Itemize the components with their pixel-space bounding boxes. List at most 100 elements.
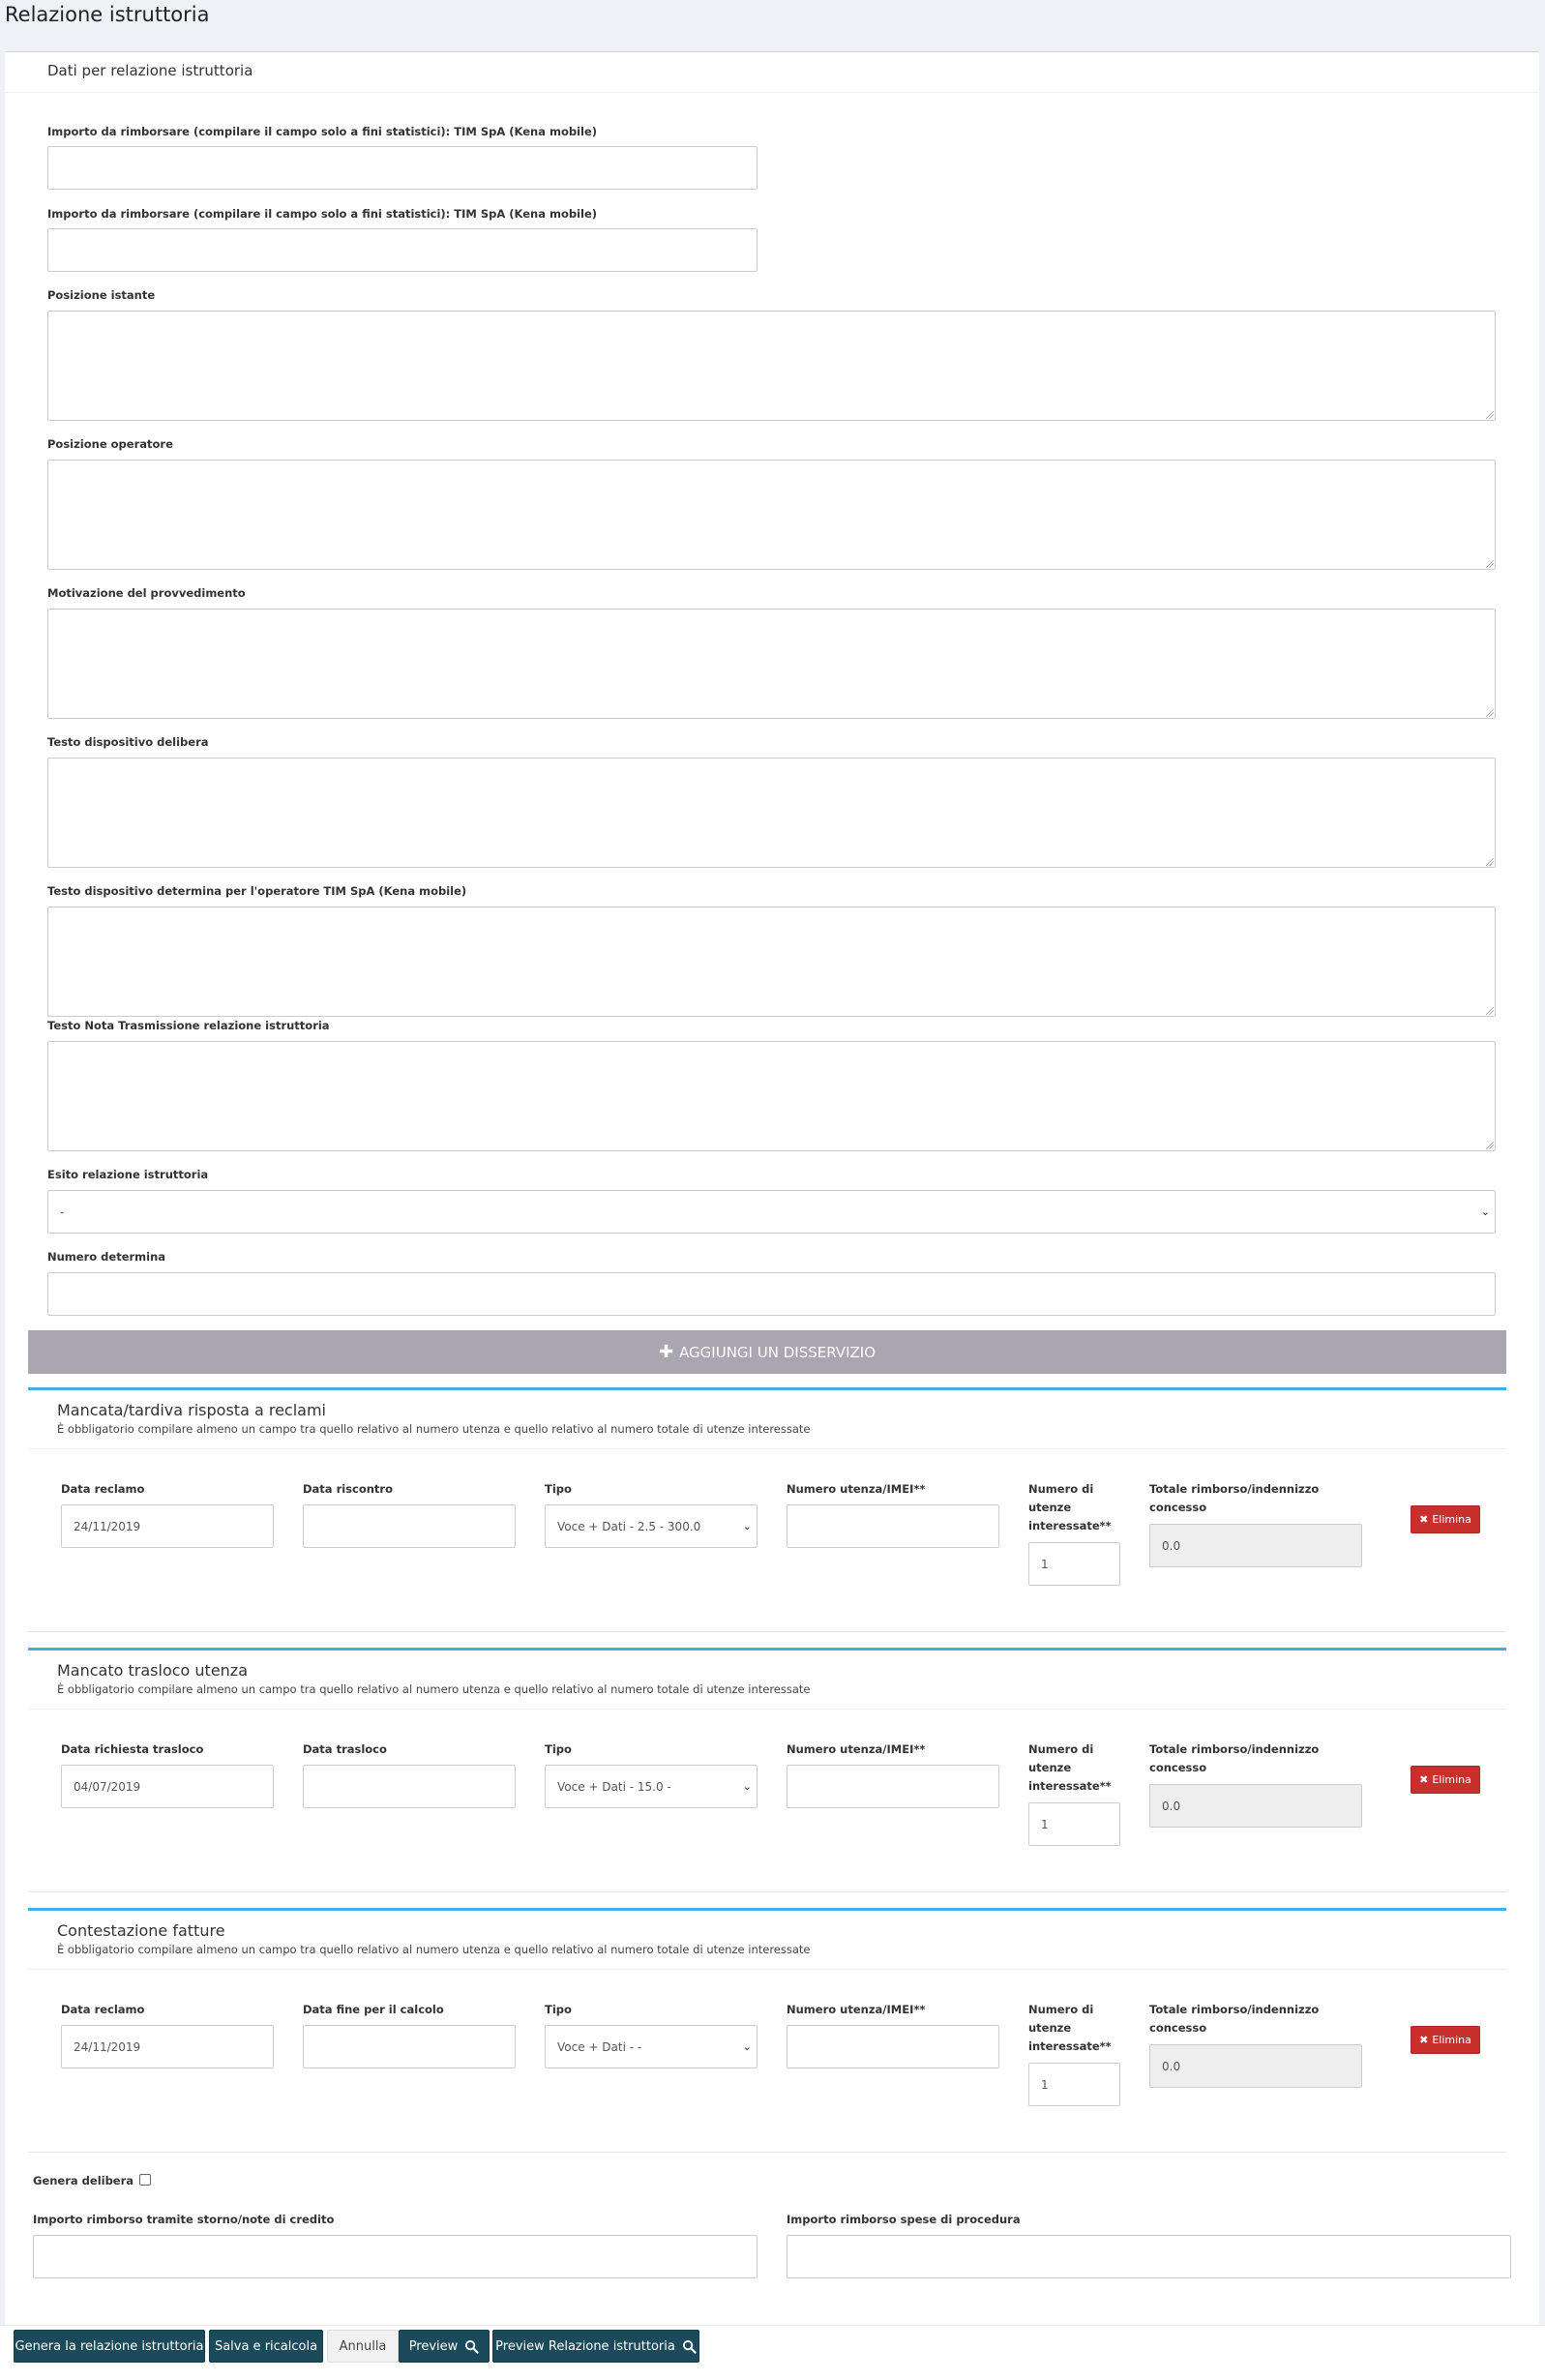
- preview-button[interactable]: Preview: [399, 2330, 490, 2363]
- preview-label: Preview: [408, 2338, 459, 2354]
- importo-label-2: Importo da rimborsare (compilare il camp…: [47, 207, 598, 221]
- numero-utenze-value: 1: [1041, 1817, 1049, 1831]
- data-trasloco-label: Data trasloco: [303, 1742, 387, 1756]
- tipo-selected-value: Voce + Dati - 2.5 - 300.0: [557, 1519, 701, 1533]
- elimina-label: Elimina: [1432, 2034, 1471, 2046]
- resize-grip-icon[interactable]: [1486, 709, 1494, 717]
- chevron-down-icon: ⌄: [742, 1779, 752, 1793]
- close-icon: ✖: [1419, 2034, 1429, 2046]
- tipo-select[interactable]: Voce + Dati - - ⌄: [545, 2025, 758, 2068]
- numero-utenze-input[interactable]: 1: [1028, 2063, 1120, 2106]
- testo-delibera-textarea[interactable]: [47, 758, 1496, 868]
- importo-input-1[interactable]: [47, 146, 758, 190]
- data-trasloco-input[interactable]: [303, 1765, 516, 1808]
- annulla-label: Annulla: [339, 2338, 387, 2354]
- resize-grip-icon[interactable]: [1486, 1007, 1494, 1015]
- genera-delibera-label: Genera delibera: [33, 2174, 134, 2187]
- section-bottom-divider: [28, 1891, 1506, 1892]
- section-bottom-divider: [28, 1631, 1506, 1632]
- add-disservizio-button[interactable]: ✚ AGGIUNGI UN DISSERVIZIO: [28, 1330, 1506, 1374]
- storno-input[interactable]: [33, 2235, 758, 2278]
- tipo-label: Tipo: [545, 1742, 572, 1756]
- close-icon: ✖: [1419, 1513, 1429, 1526]
- tipo-label: Tipo: [545, 1482, 572, 1496]
- section-note: È obbligatorio compilare almeno un campo…: [57, 1422, 811, 1436]
- posizione-operatore-textarea[interactable]: [47, 460, 1496, 570]
- numero-utenza-input[interactable]: [787, 1504, 999, 1548]
- testo-determina-label: Testo dispositivo determina per l'operat…: [47, 884, 467, 898]
- section-title: Contestazione fatture: [57, 1921, 225, 1940]
- numero-utenze-input[interactable]: 1: [1028, 1542, 1120, 1586]
- chevron-down-icon: ⌄: [742, 1519, 752, 1532]
- elimina-button[interactable]: ✖ Elimina: [1411, 2026, 1480, 2054]
- numero-utenza-input[interactable]: [787, 2025, 999, 2068]
- totale-rimborso-label: Totale rimborso/indennizzo concesso: [1149, 1742, 1320, 1774]
- annulla-button[interactable]: Annulla: [327, 2330, 399, 2363]
- tipo-select[interactable]: Voce + Dati - 2.5 - 300.0 ⌄: [545, 1504, 758, 1548]
- tipo-select[interactable]: Voce + Dati - 15.0 - ⌄: [545, 1765, 758, 1808]
- totale-rimborso-field: 0.0: [1149, 1524, 1362, 1567]
- section-title: Mancata/tardiva risposta a reclami: [57, 1401, 326, 1419]
- page-title: Relazione istruttoria: [5, 3, 210, 26]
- numero-utenze-value: 1: [1041, 1557, 1049, 1571]
- resize-grip-icon[interactable]: [1486, 560, 1494, 568]
- posizione-operatore-label: Posizione operatore: [47, 437, 173, 451]
- genera-delibera-row: Genera delibera: [33, 2174, 152, 2188]
- totale-rimborso-label: Totale rimborso/indennizzo concesso: [1149, 2003, 1320, 2035]
- tipo-selected-value: Voce + Dati - 15.0 -: [557, 1779, 671, 1794]
- spese-input[interactable]: [787, 2235, 1511, 2278]
- posizione-istante-textarea[interactable]: [47, 311, 1496, 421]
- genera-relazione-label: Genera la relazione istruttoria: [15, 2338, 204, 2354]
- importo-input-2[interactable]: [47, 228, 758, 272]
- testo-delibera-label: Testo dispositivo delibera: [47, 735, 209, 749]
- importo-label-1: Importo da rimborsare (compilare il camp…: [47, 125, 598, 138]
- resize-grip-icon[interactable]: [1486, 1142, 1494, 1149]
- elimina-button[interactable]: ✖ Elimina: [1411, 1766, 1480, 1794]
- section-bottom-divider: [28, 2152, 1506, 2153]
- esito-label: Esito relazione istruttoria: [47, 1168, 209, 1181]
- resize-grip-icon[interactable]: [1486, 858, 1494, 866]
- preview-relazione-button[interactable]: Preview Relazione istruttoria: [492, 2330, 699, 2363]
- data-fine-calcolo-input[interactable]: [303, 2025, 516, 2068]
- esito-select[interactable]: - ⌄: [47, 1190, 1496, 1234]
- data-richiesta-trasloco-input[interactable]: 04/07/2019: [61, 1765, 274, 1808]
- section-accent-line: [28, 1387, 1506, 1390]
- totale-rimborso-field: 0.0: [1149, 1784, 1362, 1828]
- data-reclamo-label: Data reclamo: [61, 1482, 145, 1496]
- preview-relazione-label: Preview Relazione istruttoria: [495, 2338, 675, 2354]
- section-divider: [28, 1448, 1506, 1449]
- section-accent-line: [28, 1648, 1506, 1651]
- numero-utenza-input[interactable]: [787, 1765, 999, 1808]
- resize-grip-icon[interactable]: [1486, 411, 1494, 419]
- salva-ricalcola-button[interactable]: Salva e ricalcola: [209, 2330, 323, 2363]
- posizione-istante-label: Posizione istante: [47, 288, 156, 302]
- search-icon: [682, 2339, 697, 2354]
- elimina-button[interactable]: ✖ Elimina: [1411, 1505, 1480, 1533]
- genera-relazione-button[interactable]: Genera la relazione istruttoria: [14, 2330, 205, 2363]
- numero-utenze-input[interactable]: 1: [1028, 1802, 1120, 1846]
- add-disservizio-label: AGGIUNGI UN DISSERVIZIO: [679, 1343, 876, 1361]
- data-reclamo-input[interactable]: 24/11/2019: [61, 2025, 274, 2068]
- totale-rimborso-field: 0.0: [1149, 2044, 1362, 2088]
- numero-determina-input[interactable]: [47, 1272, 1496, 1316]
- genera-delibera-checkbox[interactable]: [139, 2174, 152, 2186]
- data-reclamo-label: Data reclamo: [61, 2003, 145, 2016]
- numero-utenze-label: Numero di utenze interessate**: [1028, 1482, 1112, 1532]
- data-riscontro-input[interactable]: [303, 1504, 516, 1548]
- testo-nota-textarea[interactable]: [47, 1041, 1496, 1151]
- data-riscontro-label: Data riscontro: [303, 1482, 393, 1496]
- section-divider: [28, 1969, 1506, 1970]
- numero-utenze-label: Numero di utenze interessate**: [1028, 2003, 1112, 2053]
- section-contestazione-fatture: Contestazione fatture È obbligatorio com…: [28, 1908, 1506, 2153]
- search-icon: [465, 2339, 479, 2354]
- data-reclamo-input[interactable]: 24/11/2019: [61, 1504, 274, 1548]
- motivazione-textarea[interactable]: [47, 609, 1496, 719]
- totale-rimborso-value: 0.0: [1162, 1799, 1181, 1813]
- numero-utenze-label: Numero di utenze interessate**: [1028, 1742, 1112, 1793]
- section-note: È obbligatorio compilare almeno un campo…: [57, 1943, 811, 1956]
- totale-rimborso-value: 0.0: [1162, 2059, 1181, 2073]
- numero-utenza-label: Numero utenza/IMEI**: [787, 1742, 926, 1756]
- numero-utenza-label: Numero utenza/IMEI**: [787, 2003, 926, 2016]
- section-note: È obbligatorio compilare almeno un campo…: [57, 1682, 811, 1696]
- testo-determina-textarea[interactable]: [47, 907, 1496, 1017]
